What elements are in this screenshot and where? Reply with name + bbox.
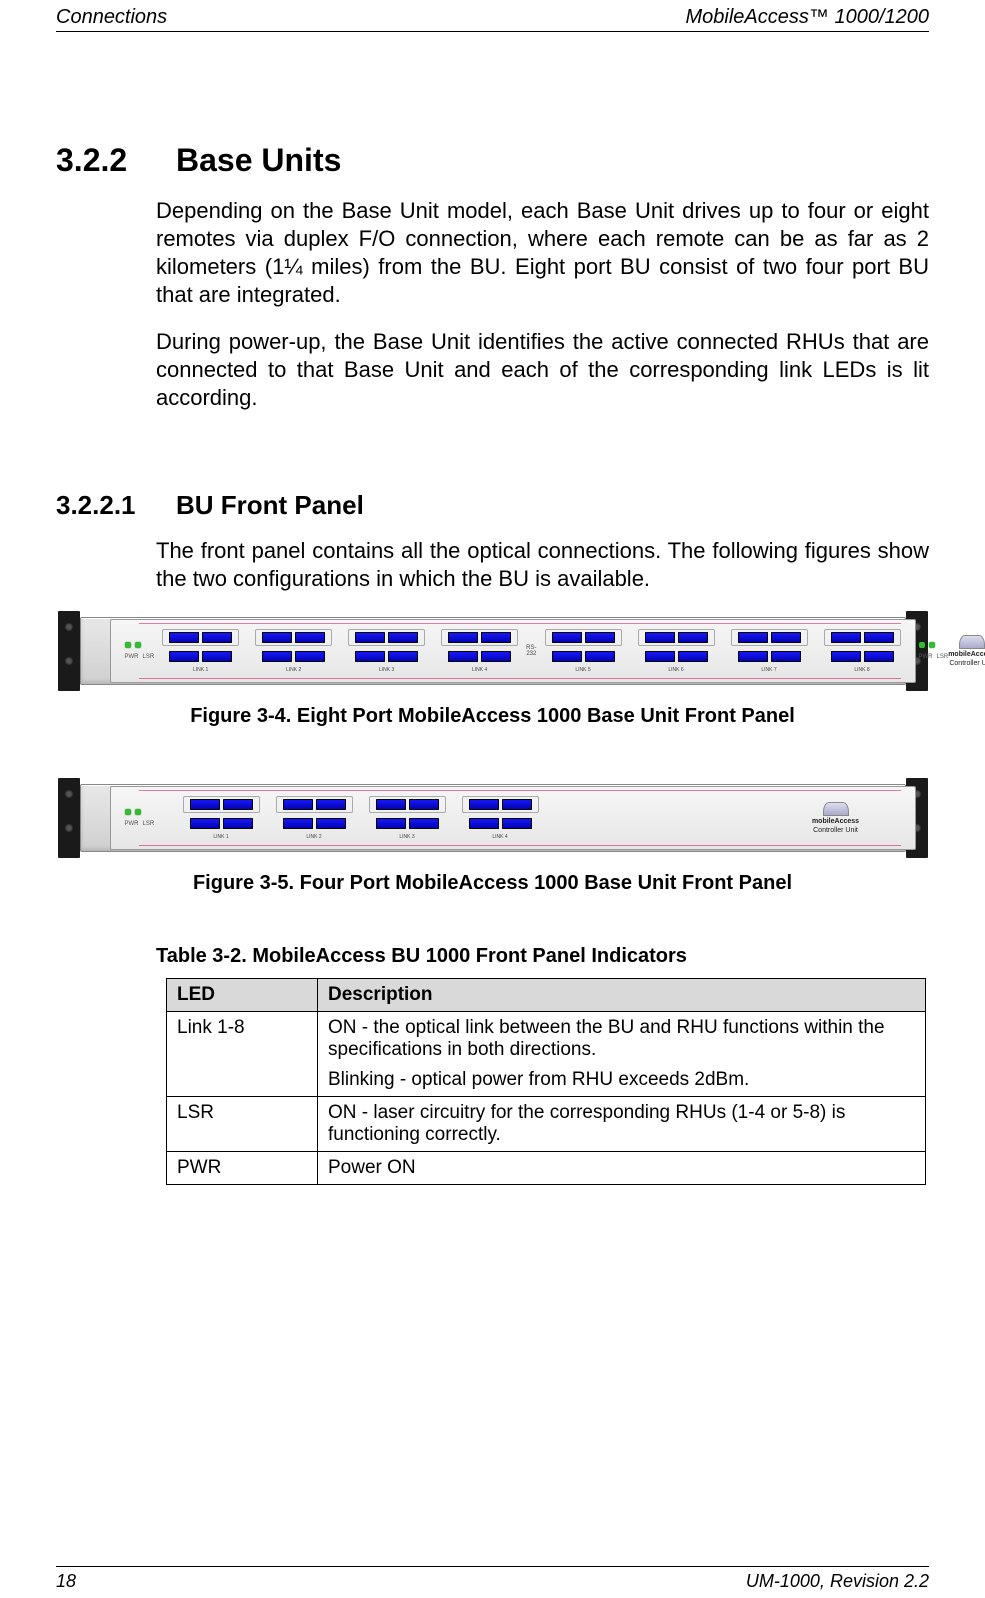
device-8port: PWRLSR LINK 1 LINK 2 LINK 3 LINK 4 RS-23…: [58, 611, 928, 691]
page-footer: 18 UM-1000, Revision 2.2: [56, 1566, 929, 1592]
cell-led: PWR: [167, 1152, 318, 1185]
brand-logo-icon: [959, 635, 985, 649]
table-title: Table 3-2. MobileAccess BU 1000 Front Pa…: [56, 945, 929, 968]
cell-desc: Power ON: [318, 1152, 926, 1185]
section-paragraph-2: During power-up, the Base Unit identifie…: [56, 328, 929, 412]
cell-desc: ON - laser circuitry for the correspondi…: [318, 1097, 926, 1152]
section-paragraph-1: Depending on the Base Unit model, each B…: [56, 197, 929, 310]
section-heading: 3.2.2Base Units: [56, 142, 929, 179]
subsection-heading: 3.2.2.1BU Front Panel: [56, 490, 929, 521]
section-title: Base Units: [176, 142, 341, 178]
table-header-description: Description: [318, 979, 926, 1012]
cell-led: Link 1-8: [167, 1012, 318, 1097]
table-header-led: LED: [167, 979, 318, 1012]
header-right: MobileAccess™ 1000/1200: [686, 6, 929, 29]
cell-led: LSR: [167, 1097, 318, 1152]
header-left: Connections: [56, 6, 167, 29]
table-row: LSR ON - laser circuitry for the corresp…: [167, 1097, 926, 1152]
figure-4port-caption: Figure 3-5. Four Port MobileAccess 1000 …: [56, 872, 929, 895]
subsection-title: BU Front Panel: [176, 490, 364, 520]
brand-logo-icon: [823, 802, 849, 816]
section-number: 3.2.2: [56, 142, 176, 179]
figure-8port: PWRLSR LINK 1 LINK 2 LINK 3 LINK 4 RS-23…: [56, 611, 929, 691]
page-number: 18: [56, 1571, 76, 1592]
page-header: Connections MobileAccess™ 1000/1200: [56, 0, 929, 32]
cell-desc: ON - the optical link between the BU and…: [318, 1012, 926, 1097]
device-4port: PWRLSR LINK 1 LINK 2 LINK 3 LINK 4 mobil…: [58, 778, 928, 858]
subsection-number: 3.2.2.1: [56, 490, 176, 521]
figure-8port-caption: Figure 3-4. Eight Port MobileAccess 1000…: [56, 705, 929, 728]
figure-4port: PWRLSR LINK 1 LINK 2 LINK 3 LINK 4 mobil…: [56, 778, 929, 858]
indicators-table: LED Description Link 1-8 ON - the optica…: [166, 978, 926, 1185]
doc-revision: UM-1000, Revision 2.2: [746, 1571, 929, 1592]
table-row: PWR Power ON: [167, 1152, 926, 1185]
subsection-paragraph-1: The front panel contains all the optical…: [56, 537, 929, 593]
table-row: Link 1-8 ON - the optical link between t…: [167, 1012, 926, 1097]
